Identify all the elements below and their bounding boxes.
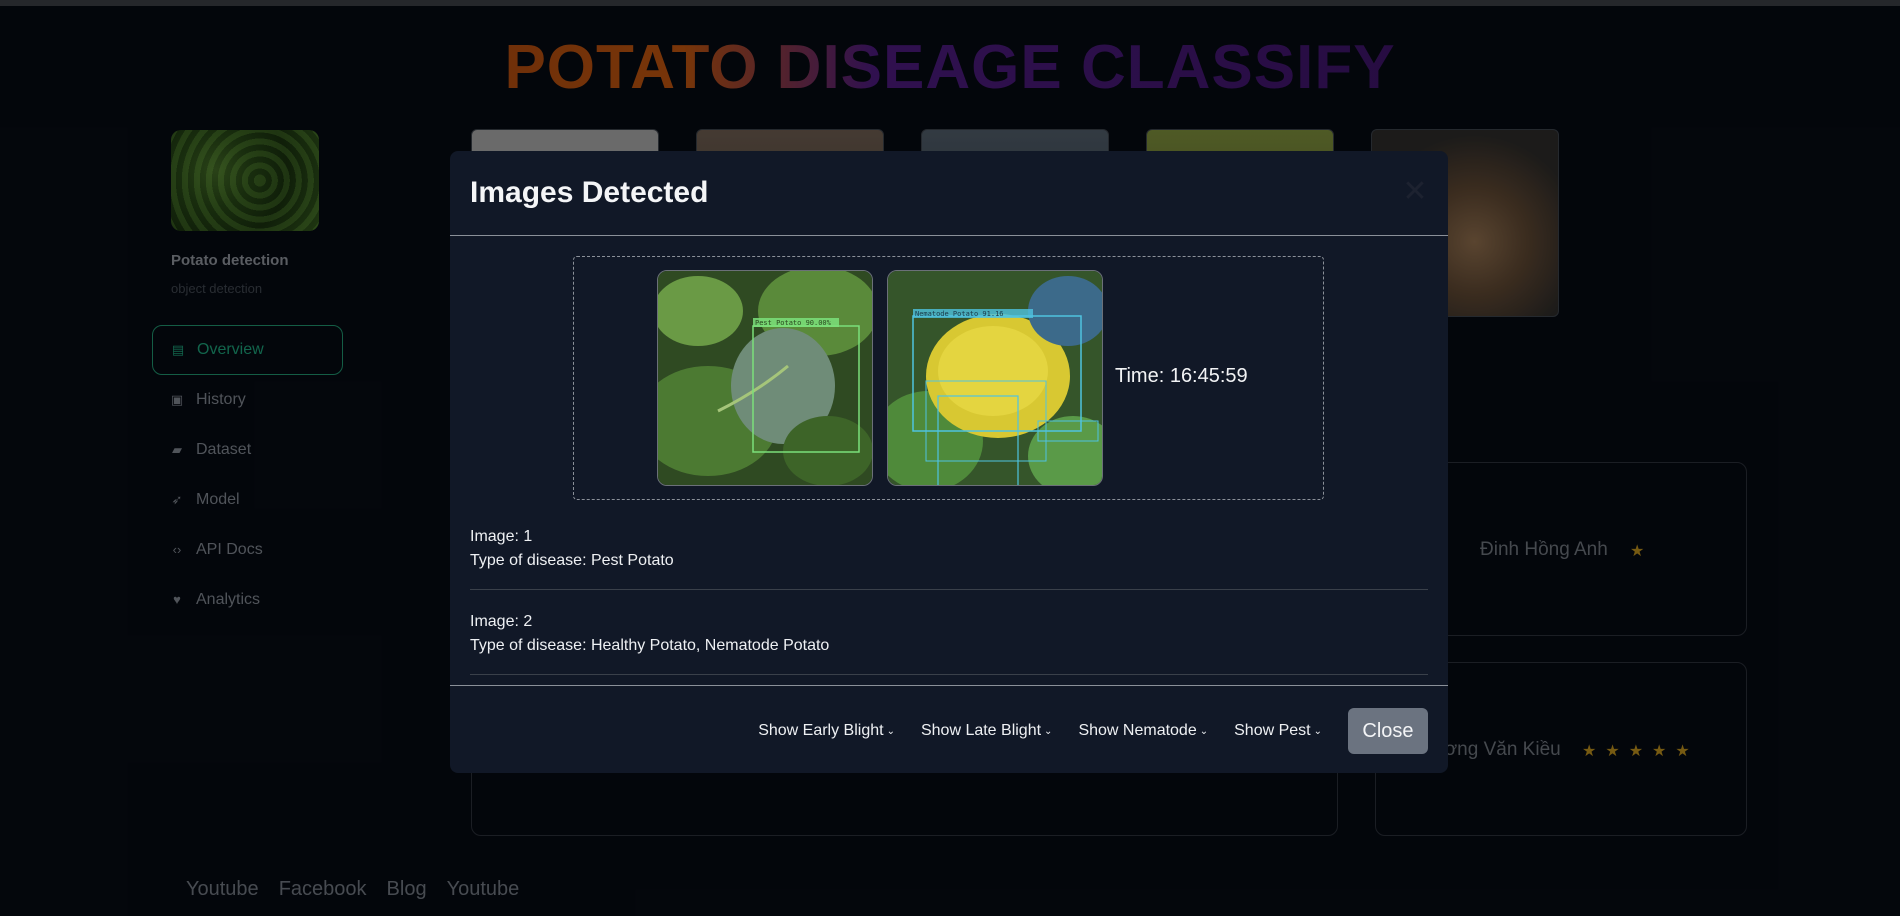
result-disease-type: Type of disease: Pest Potato <box>470 552 674 569</box>
toggle-label: Show Early Blight <box>758 722 884 739</box>
result-image-number: Image: 2 <box>470 613 533 630</box>
modal-title: Images Detected <box>470 176 709 209</box>
show-pest-toggle[interactable]: Show Pest ⌄ <box>1234 722 1322 740</box>
result-image-number: Image: 1 <box>470 528 533 545</box>
result-item: Image: 2 Type of disease: Healthy Potato… <box>470 606 1428 675</box>
detection-label: Nematode Potato 91.16 <box>915 310 1004 318</box>
detected-image-1[interactable]: Pest Potato 90.00% <box>657 270 873 486</box>
chevron-down-icon: ⌄ <box>1313 725 1322 737</box>
detection-time: Time: 16:45:59 <box>1115 365 1248 387</box>
show-late-blight-toggle[interactable]: Show Late Blight ⌄ <box>921 722 1052 740</box>
chevron-down-icon: ⌄ <box>1044 725 1053 737</box>
modal-header: Images Detected ✕ <box>450 151 1448 236</box>
result-disease-type: Type of disease: Healthy Potato, Nematod… <box>470 637 830 654</box>
chevron-down-icon: ⌄ <box>886 725 895 737</box>
toggle-label: Show Nematode <box>1078 722 1197 739</box>
detected-image-2[interactable]: Nematode Potato 91.16 <box>887 270 1103 486</box>
toggle-label: Show Late Blight <box>920 722 1042 739</box>
show-early-blight-toggle[interactable]: Show Early Blight ⌄ <box>758 722 895 740</box>
modal-footer: Show Early Blight ⌄ Show Late Blight ⌄ S… <box>450 685 1448 773</box>
chevron-down-icon: ⌄ <box>1199 725 1209 737</box>
show-nematode-toggle[interactable]: Show Nematode ⌄ <box>1078 722 1208 740</box>
detection-label: Pest Potato 90.00% <box>755 319 832 327</box>
detection-results: Image: 1 Type of disease: Pest Potato Im… <box>470 521 1428 691</box>
close-button[interactable]: Close <box>1348 708 1428 754</box>
toggle-label: Show Pest <box>1234 722 1311 739</box>
images-detected-modal: Images Detected ✕ Pest Potato 90.00% Nem… <box>450 151 1448 773</box>
footer-actions: Show Early Blight ⌄ Show Late Blight ⌄ S… <box>758 708 1428 754</box>
close-icon[interactable]: ✕ <box>1400 177 1430 207</box>
detected-images-preview: Pest Potato 90.00% Nematode Potato 91.16… <box>573 256 1324 500</box>
result-item: Image: 1 Type of disease: Pest Potato <box>470 521 1428 590</box>
